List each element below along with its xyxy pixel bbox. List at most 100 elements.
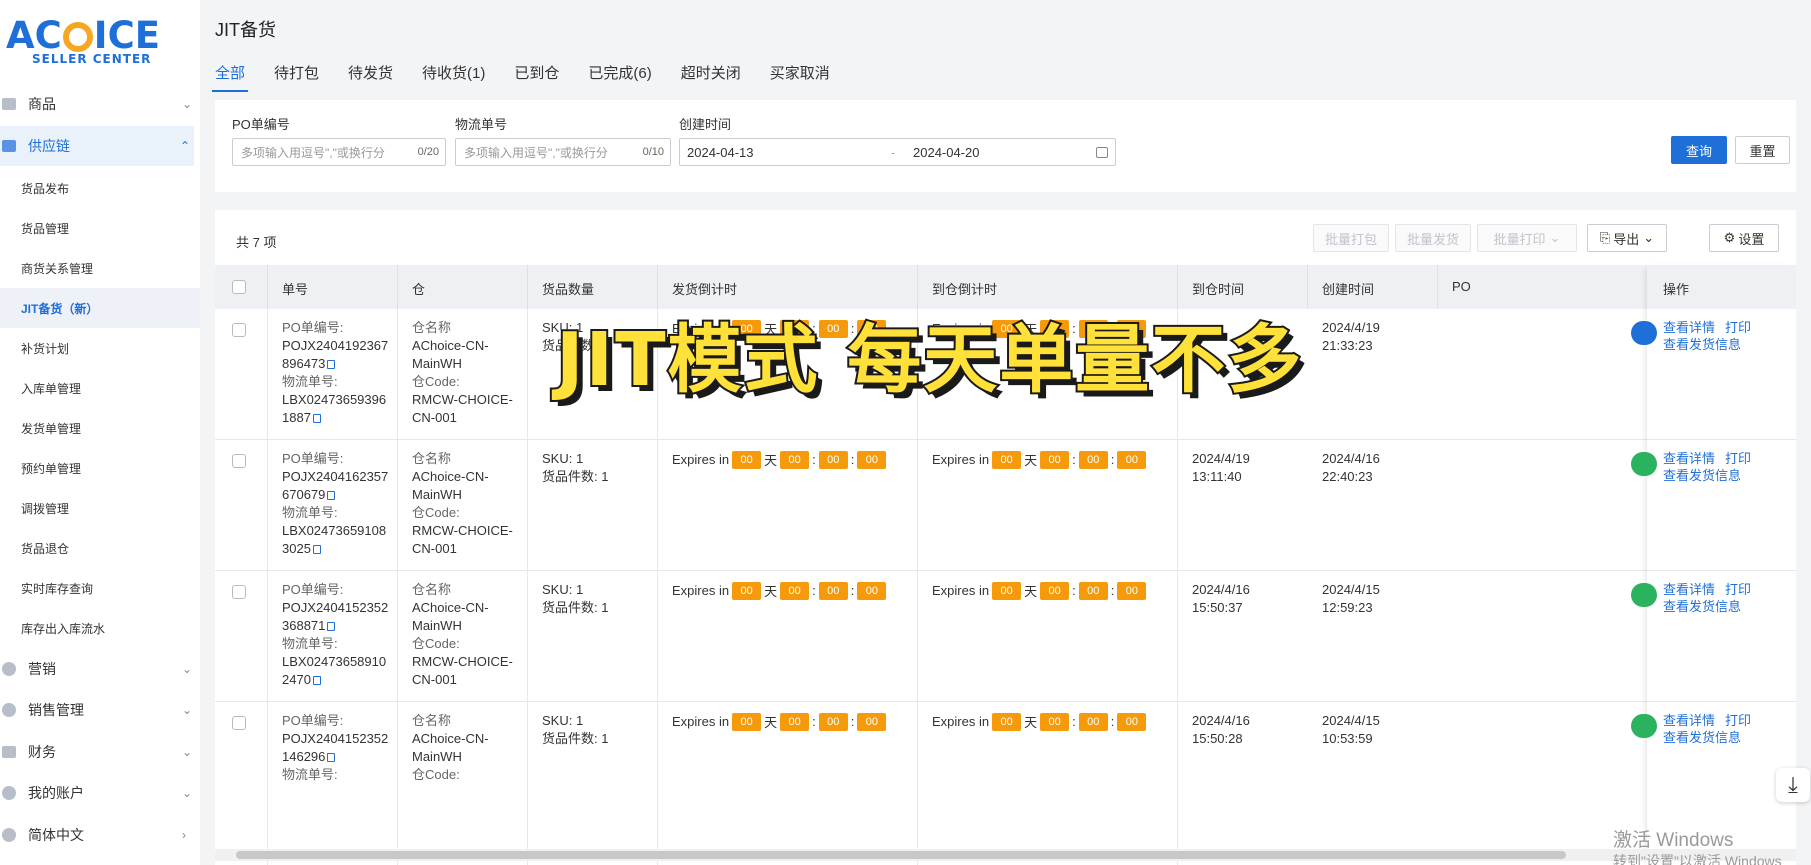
finance-icon [2,746,16,758]
tab-to-receive[interactable]: 待收货(1) [422,62,485,92]
tab-buyer-cancelled[interactable]: 买家取消 [770,62,830,92]
sidebar-item-goods-relation[interactable]: 商货关系管理 [21,248,93,288]
view-detail-link[interactable]: 查看详情 [1663,713,1715,728]
date-from[interactable]: 2024-04-13 [687,145,754,160]
view-detail-link[interactable]: 查看详情 [1663,320,1715,335]
nav-group-finance[interactable]: 财务 ⌄ [0,732,200,772]
copy-icon[interactable] [327,622,336,631]
char-counter: 0/20 [417,146,439,158]
sidebar-item-inbound-orders[interactable]: 入库单管理 [21,368,81,408]
sidebar-item-transfer[interactable]: 调拨管理 [21,488,69,528]
view-shipping-link[interactable]: 查看发货信息 [1663,336,1751,353]
total-count: 共 7 项 [236,235,277,250]
sidebar-item-appointment-orders[interactable]: 预约单管理 [21,448,81,488]
sidebar-item-stock-flow[interactable]: 库存出入库流水 [21,608,105,648]
print-link[interactable]: 打印 [1725,320,1751,335]
row-checkbox[interactable] [232,454,246,468]
table-row: PO单编号: POJX2404162357 670679 物流单号: LBX02… [215,440,1796,571]
chevron-right-icon: › [182,828,186,842]
download-icon[interactable]: ⤓ [1776,768,1810,802]
copy-icon[interactable] [327,491,336,500]
globe-icon [2,828,16,842]
print-link[interactable]: 打印 [1725,582,1751,597]
print-link[interactable]: 打印 [1725,713,1751,728]
warehouse-cell: 仓名称 AChoice-CN- MainWH 仓Code: RMCW-CHOIC… [412,451,513,556]
logistics-number-label: 物流单号 [455,117,508,132]
ship-countdown: Expires in 00 天 00:00:00 [672,712,889,731]
sales-icon [2,703,16,717]
select-all-checkbox[interactable] [232,280,246,294]
row-checkbox[interactable] [232,585,246,599]
created-time-cell: 2024/4/15 10:53:59 [1322,713,1380,746]
tab-arrived[interactable]: 已到仓 [514,62,559,92]
tab-timeout-closed[interactable]: 超时关闭 [681,62,741,92]
chevron-up-icon: ⌃ [180,139,191,153]
sidebar-item-replenish-plan[interactable]: 补货计划 [21,328,69,368]
nav-group-sales[interactable]: 销售管理 ⌄ [0,690,200,730]
tab-to-pack[interactable]: 待打包 [274,62,319,92]
copy-icon[interactable] [327,753,336,762]
arrive-time-cell: 2024/4/19 13:11:40 [1192,451,1250,484]
view-shipping-link[interactable]: 查看发货信息 [1663,729,1751,746]
tab-completed[interactable]: 已完成(6) [588,62,651,92]
warehouse-cell: 仓名称 AChoice-CN- MainWH 仓Code: RMCW-CHOIC… [412,582,513,687]
sidebar-item-jit-stocking[interactable]: JIT备货（新） [0,288,200,328]
po-number-label: PO单编号 [232,117,290,132]
warehouse-cell: 仓名称 AChoice-CN- MainWH 仓Code: [412,713,489,782]
scrollbar-thumb[interactable] [236,851,1566,859]
row-checkbox[interactable] [232,716,246,730]
char-counter: 0/10 [642,146,664,158]
batch-pack-button[interactable]: 批量打包 [1313,224,1389,252]
col-arrive-countdown: 到仓倒计时 [932,282,998,297]
copy-icon[interactable] [312,414,321,423]
po-number-input[interactable]: 多项输入用逗号","或换行分 0/20 [232,138,446,166]
sidebar-item-goods-manage[interactable]: 货品管理 [21,208,69,248]
settings-button[interactable]: ⚙ 设置 [1709,224,1779,252]
status-badge [1631,714,1657,738]
date-range-picker[interactable]: 2024-04-13 - 2024-04-20 [679,138,1116,166]
nav-group-products[interactable]: 商品 ⌄ [0,84,200,124]
copy-icon[interactable] [312,545,321,554]
order-no-cell: PO单编号: POJX2404152352 368871 物流单号: LBX02… [282,582,389,687]
copy-icon[interactable] [312,676,321,685]
copy-icon[interactable] [327,360,336,369]
nav-group-account[interactable]: 我的账户 ⌄ [0,773,200,813]
export-dropdown[interactable]: ⎘ 导出 ⌄ [1587,224,1667,252]
logistics-number-input[interactable]: 多项输入用逗号","或换行分 0/10 [455,138,671,166]
sidebar-item-stock-query[interactable]: 实时库存查询 [21,568,93,608]
tab-to-ship[interactable]: 待发货 [348,62,393,92]
date-to[interactable]: 2024-04-20 [913,145,980,160]
sidebar-item-goods-return[interactable]: 货品退仓 [21,528,69,568]
view-shipping-link[interactable]: 查看发货信息 [1663,598,1751,615]
view-shipping-link[interactable]: 查看发货信息 [1663,467,1751,484]
col-ops: 操作 [1663,282,1690,297]
col-goods-qty: 货品数量 [542,282,595,297]
chevron-down-icon: ⌄ [1643,230,1655,245]
view-detail-link[interactable]: 查看详情 [1663,451,1715,466]
nav-group-language[interactable]: 简体中文 › [0,815,200,855]
row-checkbox[interactable] [232,323,246,337]
search-button[interactable]: 查询 [1671,136,1727,164]
warehouse-icon [2,140,16,152]
nav-group-marketing[interactable]: 营销 ⌄ [0,649,200,689]
reset-button[interactable]: 重置 [1735,136,1790,164]
row-actions: 查看详情 打印 查看发货信息 [1663,712,1751,746]
goods-qty-cell: SKU: 1 货品件数: 1 [542,713,609,746]
table-row: PO单编号: POJX2404152352 368871 物流单号: LBX02… [215,571,1796,702]
status-badge [1631,321,1657,345]
achoice-logo[interactable]: AC ICE SELLER CENTER [6,16,186,67]
row-actions: 查看详情 打印 查看发货信息 [1663,319,1751,353]
batch-print-dropdown[interactable]: 批量打印 ⌄ [1477,224,1577,252]
sidebar-item-goods-publish[interactable]: 货品发布 [21,168,69,208]
sidebar-item-shipping-orders[interactable]: 发货单管理 [21,408,81,448]
status-badge [1631,452,1657,476]
sidebar: AC ICE SELLER CENTER 商品 ⌄ 供应链 ⌃ 货品发布 货品管理… [0,0,200,865]
nav-group-supply-chain[interactable]: 供应链 ⌃ [0,126,194,166]
chevron-down-icon: ⌄ [1549,230,1561,245]
logo-subtitle: SELLER CENTER [32,52,152,66]
tab-all[interactable]: 全部 [211,62,249,92]
print-link[interactable]: 打印 [1725,451,1751,466]
filter-panel: PO单编号 多项输入用逗号","或换行分 0/20 物流单号 多项输入用逗号",… [215,100,1796,192]
view-detail-link[interactable]: 查看详情 [1663,582,1715,597]
batch-ship-button[interactable]: 批量发货 [1395,224,1471,252]
